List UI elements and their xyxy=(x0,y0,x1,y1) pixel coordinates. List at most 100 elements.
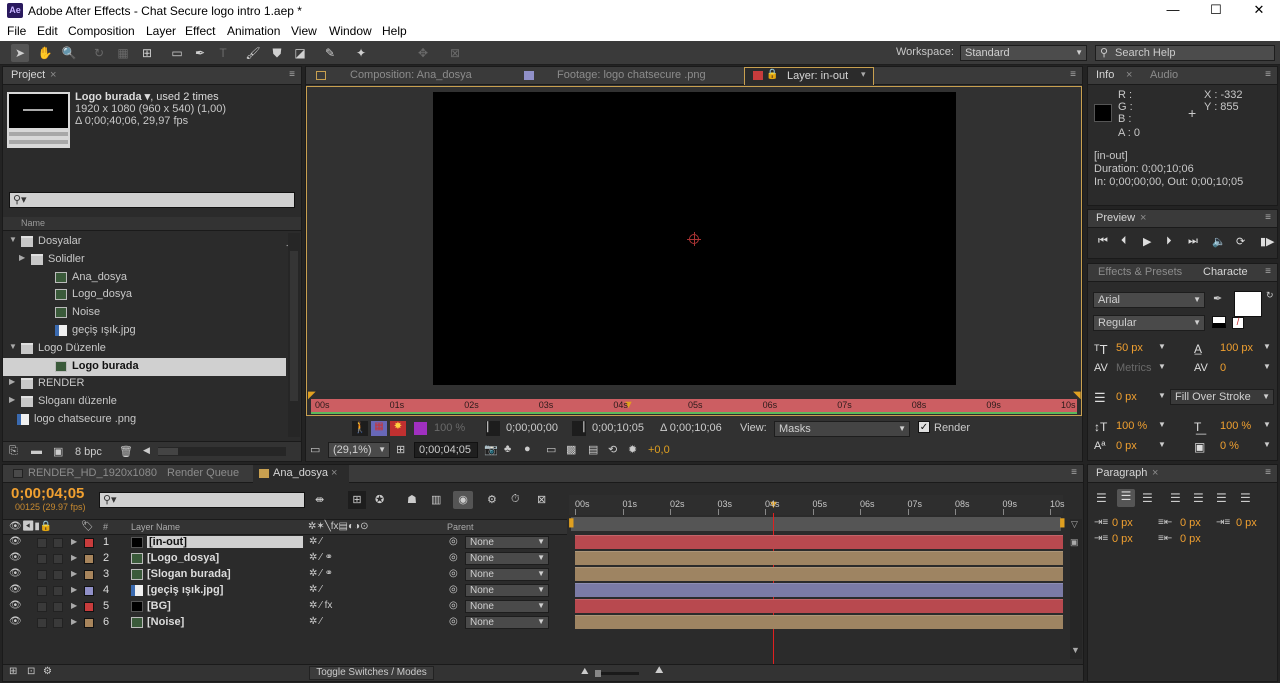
project-item[interactable]: Ana_dosya xyxy=(3,269,286,287)
vertical-scale-dropdown-icon[interactable]: ▼ xyxy=(1158,420,1166,429)
hand-tool-icon[interactable]: ✋ xyxy=(36,44,54,62)
panel-menu-icon[interactable]: ≡ xyxy=(1070,69,1076,80)
label-color-swatch[interactable] xyxy=(84,538,94,548)
puppet-tool-icon[interactable]: ✦ xyxy=(352,44,370,62)
project-item[interactable]: Logo_dosya xyxy=(3,286,286,304)
panel-menu-icon[interactable]: ≡ xyxy=(1265,266,1271,277)
panel-menu-icon[interactable]: ≡ xyxy=(1265,467,1271,478)
stroke-mode-select[interactable]: Fill Over Stroke ▼ xyxy=(1170,389,1274,405)
no-fill-icon[interactable] xyxy=(1212,316,1226,328)
vertical-scale-value[interactable]: 100 % xyxy=(1116,420,1147,432)
solo-toggle[interactable] xyxy=(37,602,47,612)
comp-mini-flowchart-icon[interactable]: ⇼ xyxy=(315,493,324,506)
pick-whip-icon[interactable]: ◎ xyxy=(449,552,458,563)
project-item[interactable]: ▼ Dosyalar xyxy=(3,233,286,251)
eye-icon[interactable]: 👁 xyxy=(9,616,22,627)
font-size-dropdown-icon[interactable]: ▼ xyxy=(1158,342,1166,351)
expand-layer-icon[interactable]: ▶ xyxy=(71,585,77,594)
in-time-value[interactable]: 0;00;00;00 xyxy=(506,422,558,434)
expand-layer-switches-icon[interactable]: ⊞ xyxy=(9,666,17,677)
project-item[interactable]: ▶ Sloganı düzenle xyxy=(3,393,286,411)
graph-editor-icon[interactable]: ⏱ xyxy=(511,493,520,506)
layer-row[interactable]: 👁 ▶ 2 [Logo_dosya] ✲ ⁄ ⚭ ◎ None ▼ xyxy=(3,551,567,567)
solo-toggle[interactable] xyxy=(37,554,47,564)
previous-frame-icon[interactable]: ⏴ xyxy=(1121,235,1127,248)
tab-footage-logo[interactable]: Footage: logo chatsecure .png xyxy=(557,69,706,81)
panel-menu-icon[interactable]: ≡ xyxy=(289,69,295,80)
label-color-swatch[interactable] xyxy=(84,554,94,564)
lock-toggle[interactable] xyxy=(53,586,63,596)
chevron-down-icon[interactable]: ▾ xyxy=(861,69,866,80)
local-axis-icon[interactable]: ✥ xyxy=(414,44,432,62)
project-scrollbar[interactable] xyxy=(288,233,300,437)
maximize-button[interactable]: ☐ xyxy=(1195,0,1237,22)
toggle-switches-modes-button[interactable]: Toggle Switches / Modes xyxy=(309,666,434,680)
menu-help[interactable]: Help xyxy=(382,24,407,38)
expand-modes-icon[interactable]: ⊡ xyxy=(27,666,35,677)
font-style-select[interactable]: Regular ▼ xyxy=(1093,315,1205,331)
pick-whip-icon[interactable]: ◎ xyxy=(449,536,458,547)
pick-whip-icon[interactable]: ◎ xyxy=(449,584,458,595)
space-before-value[interactable]: 0 px xyxy=(1112,533,1133,545)
tab-effects-presets[interactable]: Effects & Presets xyxy=(1098,266,1182,278)
layer-canvas[interactable] xyxy=(433,92,956,385)
baseline-shift-value[interactable]: 0 px xyxy=(1116,440,1137,452)
tab-preview[interactable]: Preview xyxy=(1096,212,1135,224)
zoom-slider[interactable] xyxy=(595,670,639,677)
layer-duration-bar[interactable] xyxy=(575,535,1063,549)
indent-right-value[interactable]: 0 px xyxy=(1180,517,1201,529)
panel-menu-icon[interactable]: ≡ xyxy=(1265,212,1271,223)
justify-center-icon[interactable]: ☰ xyxy=(1193,491,1204,505)
layer-switches[interactable]: ✲ ⁄ xyxy=(309,584,322,595)
view-mode-select[interactable]: Masks ▼ xyxy=(774,421,910,437)
eye-icon[interactable]: 👁 xyxy=(9,536,22,547)
disclosure-collapsed-icon[interactable]: ▶ xyxy=(19,253,25,262)
interpret-footage-icon[interactable]: ⎘ xyxy=(9,445,18,458)
tracking-value[interactable]: 0 xyxy=(1220,362,1226,374)
new-folder-icon[interactable]: ▬ xyxy=(31,445,42,457)
eye-icon[interactable]: 👁 xyxy=(9,584,22,595)
label-color-swatch[interactable] xyxy=(84,618,94,628)
pedestrian-icon[interactable]: 🚶 xyxy=(352,421,368,436)
tab-info[interactable]: Info xyxy=(1096,69,1114,81)
new-comp-icon[interactable]: ▣ xyxy=(53,445,63,458)
loop-icon[interactable]: ⟳ xyxy=(1236,235,1245,248)
tab-close-icon[interactable]: × xyxy=(331,467,337,479)
disclosure-collapsed-icon[interactable]: ▶ xyxy=(9,377,15,386)
justify-all-icon[interactable]: ☰ xyxy=(1240,491,1251,505)
color-swatch[interactable] xyxy=(414,422,427,435)
grid-icon[interactable]: ⊞ xyxy=(396,443,405,456)
horizontal-scrollbar[interactable] xyxy=(158,447,286,456)
scroll-left-icon[interactable]: ◀ xyxy=(143,445,150,456)
time-graph[interactable]: ▮ ▮ ▼ 00s 01s 02s 03s 04s 05s 06s 07s 08s 09s 10s xyxy=(568,485,1069,675)
magnification-select[interactable]: (29,1%) ▼ xyxy=(328,442,390,458)
panel-menu-icon[interactable]: ≡ xyxy=(1265,69,1271,80)
layer-switches[interactable]: ✲ ⁄ fx xyxy=(309,600,332,611)
next-frame-icon[interactable]: ⏵ xyxy=(1166,235,1172,248)
expand-layer-icon[interactable]: ▶ xyxy=(71,537,77,546)
brush-tool-icon[interactable]: 🖌 xyxy=(244,44,262,62)
scroll-up-icon[interactable]: ▽ xyxy=(1071,519,1078,530)
layer-duration-bar[interactable] xyxy=(575,615,1063,629)
camera-tool-icon[interactable]: ▦ xyxy=(114,44,132,62)
layer-row[interactable]: 👁 ▶ 1 [in-out] ✲ ⁄ ◎ None ▼ xyxy=(3,535,567,551)
swap-colors-icon[interactable]: ↻ xyxy=(1266,290,1274,301)
live-update-icon[interactable]: ⊞ xyxy=(348,491,366,509)
project-search-input[interactable]: ⚲▾ xyxy=(9,192,295,208)
layer-switches[interactable]: ✲ ⁄ xyxy=(309,616,322,627)
parent-select[interactable]: None ▼ xyxy=(465,600,549,613)
eye-icon[interactable]: 👁 xyxy=(9,600,22,611)
current-time-field[interactable]: 0;00;04;05 xyxy=(414,442,478,458)
layer-row[interactable]: 👁 ▶ 5 [BG] ✲ ⁄ fx ◎ None ▼ xyxy=(3,599,567,615)
layer-duration-bar[interactable] xyxy=(575,583,1063,597)
show-snapshot-icon[interactable]: ♣ xyxy=(504,443,511,455)
panel-menu-icon[interactable]: ≡ xyxy=(1071,467,1077,478)
tsume-dropdown-icon[interactable]: ▼ xyxy=(1263,440,1271,449)
lock-toggle[interactable] xyxy=(53,618,63,628)
work-area-end-icon[interactable]: ▮ xyxy=(1059,515,1066,529)
tab-ana-dosya[interactable]: Ana_dosya xyxy=(273,467,328,479)
close-button[interactable]: ✕ xyxy=(1238,0,1280,22)
timeline-scrollbar[interactable]: ▽ ▣ ▼ xyxy=(1070,519,1082,659)
menu-window[interactable]: Window xyxy=(329,24,372,38)
indent-left-value[interactable]: 0 px xyxy=(1112,517,1133,529)
